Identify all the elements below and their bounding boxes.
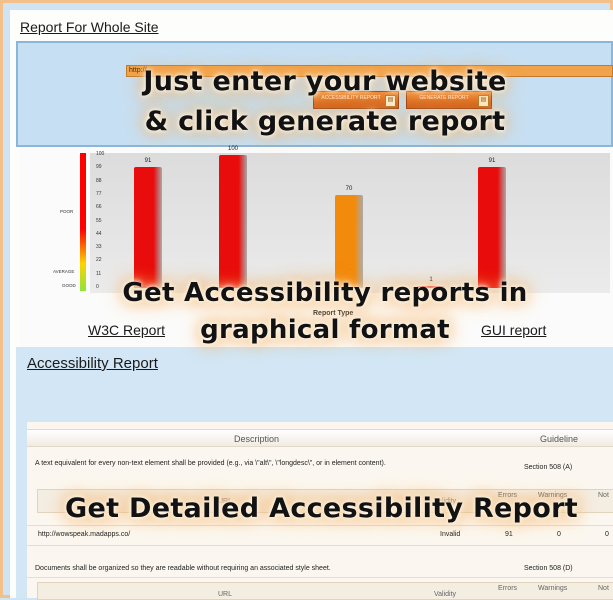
rule2-description: Documents shall be organized so they are… [35, 565, 331, 572]
y-tick-label: 33 [96, 244, 102, 251]
y-tick-label: 22 [96, 257, 102, 264]
row-divider [27, 577, 613, 578]
result-errors: 91 [505, 531, 513, 538]
chart-bar [478, 166, 506, 288]
chart-bar [335, 194, 363, 288]
caption-graphical-format: graphical format [200, 315, 450, 345]
y-tick-label: 88 [96, 177, 102, 184]
result-not: 0 [605, 531, 609, 538]
caption-click-generate: & click generate report [144, 106, 506, 137]
result-validity: Invalid [440, 531, 461, 538]
description-header: Description [234, 434, 280, 444]
y-tick-label: 44 [96, 230, 102, 237]
y-tick-label: 55 [96, 217, 102, 224]
result-warnings: 0 [557, 531, 561, 538]
table-header-row: Description Guideline [27, 429, 613, 447]
y-tick-label: 100 [96, 151, 105, 157]
rule2-subheader: URL Validity Errors Warnings Not [37, 582, 613, 600]
accessibility-report-title[interactable]: Accessibility Report [27, 355, 158, 372]
row-divider [27, 545, 613, 546]
y-tick-label: 99 [96, 164, 102, 171]
result-url[interactable]: http://wowspeak.madapps.co/ [38, 531, 130, 538]
guideline-header: Guideline [540, 434, 579, 444]
row-divider [27, 525, 613, 526]
errors-column-header: Errors [498, 585, 518, 592]
validity-column-header: Validity [434, 591, 457, 598]
y-tick-label: 11 [96, 270, 102, 277]
caption-detailed-report: Get Detailed Accessibility Report [65, 493, 578, 524]
chart-bar-value-label: 100 [227, 146, 238, 152]
y-label-poor: POOR [60, 209, 74, 214]
chart-bar-value-label: 91 [488, 157, 496, 164]
url-column-header: URL [218, 591, 233, 598]
chart-bar [219, 155, 247, 288]
page-title[interactable]: Report For Whole Site [20, 19, 159, 35]
rule1-description: A text equivalent for every non-text ele… [35, 460, 386, 467]
y-label-average: AVERAGE [53, 269, 75, 274]
y-tick-label: 77 [96, 190, 102, 197]
rating-scale-bar [80, 153, 86, 291]
rule2-guideline: Section 508 (D) [524, 565, 573, 572]
rule1-guideline: Section 508 (A) [524, 464, 573, 471]
not-column-header: Not [598, 585, 609, 592]
warnings-column-header: Warnings [538, 585, 568, 592]
caption-enter-website: Just enter your website [143, 66, 507, 97]
y-tick-label: 66 [96, 204, 102, 211]
caption-accessibility-reports: Get Accessibility reports in [122, 278, 528, 308]
chart-bar [134, 166, 162, 288]
chart-bar-value-label: 70 [345, 185, 353, 192]
chart-bar-value-label: 91 [144, 157, 152, 164]
